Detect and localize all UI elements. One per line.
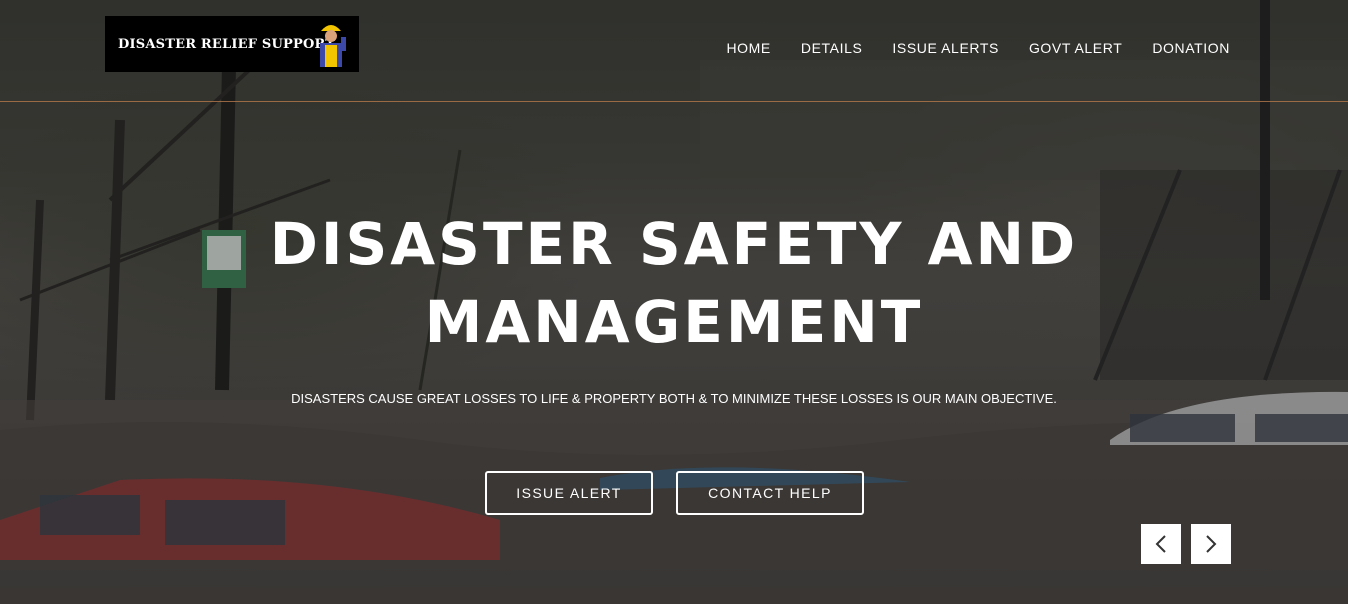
hero-title-line-2: MANAGEMENT xyxy=(424,288,924,356)
site-logo[interactable]: DISASTER RELIEF SUPPORT xyxy=(105,16,359,72)
issue-alert-button[interactable]: ISSUE ALERT xyxy=(485,471,653,515)
header-divider xyxy=(0,101,1348,102)
carousel-prev-button[interactable] xyxy=(1141,524,1181,564)
chevron-left-icon xyxy=(1155,535,1166,553)
contact-help-button[interactable]: CONTACT HELP xyxy=(676,471,864,515)
hero-title: DISASTER SAFETY AND MANAGEMENT xyxy=(0,205,1348,361)
main-nav: HOME DETAILS ISSUE ALERTS GOVT ALERT DON… xyxy=(726,40,1230,56)
nav-details[interactable]: DETAILS xyxy=(801,40,863,56)
carousel-next-button[interactable] xyxy=(1191,524,1231,564)
logo-text: DISASTER RELIEF SUPPORT xyxy=(118,36,336,52)
chevron-right-icon xyxy=(1206,535,1217,553)
nav-donation[interactable]: DONATION xyxy=(1152,40,1230,56)
hero-title-line-1: DISASTER SAFETY AND xyxy=(269,210,1079,278)
nav-govt-alert[interactable]: GOVT ALERT xyxy=(1029,40,1122,56)
hero-subtitle: DISASTERS CAUSE GREAT LOSSES TO LIFE & P… xyxy=(291,391,1057,406)
rescue-worker-logo-icon xyxy=(320,25,346,67)
nav-issue-alerts[interactable]: ISSUE ALERTS xyxy=(892,40,999,56)
nav-home[interactable]: HOME xyxy=(726,40,770,56)
